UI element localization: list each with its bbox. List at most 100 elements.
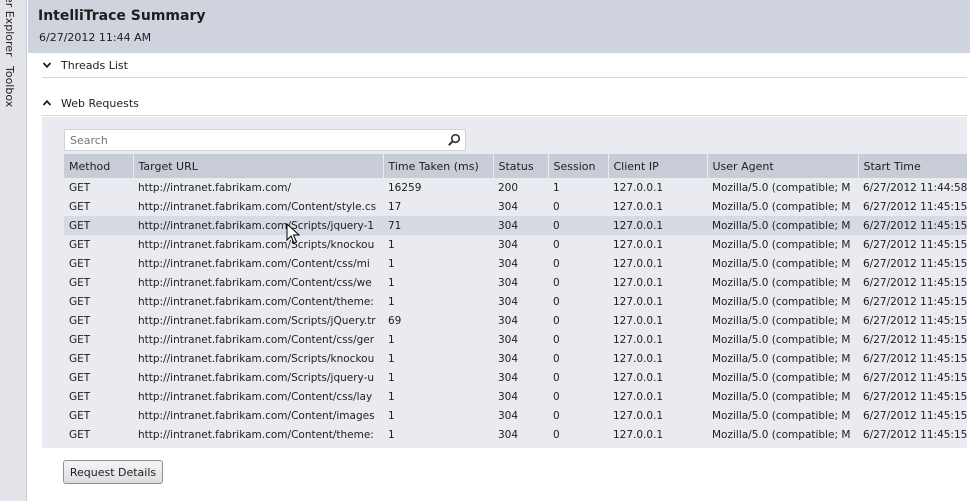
cell-user-agent: Mozilla/5.0 (compatible; M [712, 409, 851, 422]
cell-client-ip: 127.0.0.1 [613, 333, 664, 346]
cell-time-taken: 1 [388, 295, 395, 308]
tool-window-strip: er Explorer Toolbox [0, 0, 27, 501]
web-requests-panel: Method Target URL Time Taken (ms) Status… [42, 117, 967, 448]
cell-method: GET [64, 216, 133, 235]
column-header-start-time[interactable]: Start Time [858, 154, 967, 178]
side-tab-explorer[interactable]: er Explorer [3, 0, 16, 57]
cell-client-ip: 127.0.0.1 [613, 352, 664, 365]
cell-target-url: http://intranet.fabrikam.com/Scripts/jQu… [138, 314, 376, 327]
search-icon[interactable] [447, 133, 461, 147]
cell-target-url: http://intranet.fabrikam.com/Content/sty… [138, 200, 377, 213]
cell-user-agent: Mozilla/5.0 (compatible; M [712, 314, 851, 327]
search-input[interactable] [65, 130, 435, 150]
cell-session: 0 [553, 371, 560, 384]
table-row[interactable]: GET http://intranet.fabrikam.com/Content/… [64, 197, 967, 216]
request-details-button[interactable]: Request Details [63, 460, 163, 484]
cell-method: GET [69, 200, 91, 213]
table-row[interactable]: GET http://intranet.fabrikam.com/Scripts/… [64, 349, 967, 368]
chevron-up-icon [42, 99, 52, 106]
web-requests-table: Method Target URL Time Taken (ms) Status… [64, 154, 967, 448]
mouse-pointer-icon [286, 223, 300, 244]
chevron-down-icon [42, 62, 52, 69]
column-header-user-agent[interactable]: User Agent [707, 154, 859, 178]
cell-target-url: http://intranet.fabrikam.com/Content/ima… [138, 409, 375, 422]
table-row[interactable]: GET http://intranet.fabrikam.com/Content/… [64, 292, 967, 311]
cell-start-time: 6/27/2012 11:45:15 A [863, 295, 967, 308]
table-row[interactable]: GET http://intranet.fabrikam.com/Content/… [64, 330, 967, 349]
cell-start-time: 6/27/2012 11:45:15 A [863, 314, 967, 327]
cell-client-ip: 127.0.0.1 [613, 257, 664, 270]
cell-start-time: 6/27/2012 11:45:15 A [863, 352, 967, 365]
cell-start-time: 6/27/2012 11:45:15 A [863, 276, 967, 289]
cell-time-taken: 71 [383, 216, 493, 235]
table-row[interactable]: GET http://intranet.fabrikam.com/Scripts/… [64, 216, 967, 235]
cell-time-taken: 1 [388, 428, 395, 441]
cell-method: GET [69, 181, 91, 194]
column-header-client-ip[interactable]: Client IP [608, 154, 708, 178]
cell-status: 304 [498, 390, 519, 403]
cell-status: 304 [498, 295, 519, 308]
cell-time-taken: 1 [388, 333, 395, 346]
cell-session: 0 [553, 409, 560, 422]
section-threads-label: Threads List [61, 58, 128, 72]
section-web-requests[interactable]: Web Requests [42, 92, 139, 114]
cell-start-time: 6/27/2012 11:45:15 A [858, 216, 967, 235]
cell-time-taken: 1 [388, 257, 395, 270]
cell-start-time: 6/27/2012 11:44:58 A [863, 181, 967, 194]
cell-user-agent: Mozilla/5.0 (compatible; M [712, 276, 851, 289]
side-tab-toolbox[interactable]: Toolbox [3, 66, 16, 107]
summary-timestamp: 6/27/2012 11:44 AM [39, 31, 152, 44]
cell-start-time: 6/27/2012 11:45:15 A [863, 238, 967, 251]
cell-time-taken: 1 [388, 238, 395, 251]
search-box [64, 129, 466, 151]
cell-target-url: http://intranet.fabrikam.com/Content/the… [138, 428, 374, 441]
cell-time-taken: 1 [388, 390, 395, 403]
cell-target-url: http://intranet.fabrikam.com/Content/css… [138, 390, 373, 403]
cell-session: 0 [553, 333, 560, 346]
cell-method: GET [69, 257, 91, 270]
section-divider [42, 77, 967, 78]
column-header-method[interactable]: Method [64, 154, 134, 178]
cell-status: 304 [498, 200, 519, 213]
summary-content: Threads List Web Requests Method [28, 53, 970, 501]
cell-client-ip: 127.0.0.1 [613, 314, 664, 327]
cell-start-time: 6/27/2012 11:45:15 A [863, 409, 967, 422]
cell-session: 1 [553, 181, 560, 194]
cell-session: 0 [553, 295, 560, 308]
table-row[interactable]: GET http://intranet.fabrikam.com/Content/… [64, 273, 967, 292]
cell-time-taken: 1 [388, 276, 395, 289]
page-title: IntelliTrace Summary [38, 8, 206, 24]
cell-time-taken: 69 [388, 314, 402, 327]
cell-user-agent: Mozilla/5.0 (compatible; M [712, 428, 851, 441]
cell-user-agent: Mozilla/5.0 (compatible; M [707, 216, 858, 235]
cell-client-ip: 127.0.0.1 [613, 200, 664, 213]
table-row[interactable]: GET http://intranet.fabrikam.com/Scripts/… [64, 368, 967, 387]
cell-user-agent: Mozilla/5.0 (compatible; M [712, 371, 851, 384]
column-header-status[interactable]: Status [493, 154, 549, 178]
cell-client-ip: 127.0.0.1 [613, 276, 664, 289]
column-header-time-taken[interactable]: Time Taken (ms) [383, 154, 494, 178]
cell-method: GET [69, 352, 91, 365]
cell-user-agent: Mozilla/5.0 (compatible; M [712, 352, 851, 365]
cell-start-time: 6/27/2012 11:45:15 A [863, 333, 967, 346]
table-row[interactable]: GET http://intranet.fabrikam.com/Scripts/… [64, 311, 967, 330]
cell-client-ip: 127.0.0.1 [613, 238, 664, 251]
table-row[interactable]: GET http://intranet.fabrikam.com/16259 200… [64, 178, 967, 197]
table-row[interactable]: GET http://intranet.fabrikam.com/Content/… [64, 425, 967, 444]
table-row[interactable]: GET http://intranet.fabrikam.com/Content/… [64, 387, 967, 406]
cell-user-agent: Mozilla/5.0 (compatible; M [712, 181, 851, 194]
cell-status: 304 [498, 352, 519, 365]
section-threads-list[interactable]: Threads List [42, 54, 128, 76]
column-header-target-url[interactable]: Target URL [133, 154, 384, 178]
cell-session: 0 [553, 352, 560, 365]
table-row[interactable]: GET http://intranet.fabrikam.com/Scripts/… [64, 235, 967, 254]
cell-status: 304 [498, 333, 519, 346]
table-row[interactable]: GET http://intranet.fabrikam.com/Content/… [64, 406, 967, 425]
table-row[interactable]: GET http://intranet.fabrikam.com/Content/… [64, 254, 967, 273]
cell-start-time: 6/27/2012 11:45:15 A [863, 200, 967, 213]
cell-time-taken: 1 [388, 409, 395, 422]
cell-client-ip: 127.0.0.1 [613, 371, 664, 384]
cell-target-url: http://intranet.fabrikam.com/Content/css… [138, 276, 372, 289]
cell-session: 0 [553, 314, 560, 327]
column-header-session[interactable]: Session [548, 154, 609, 178]
